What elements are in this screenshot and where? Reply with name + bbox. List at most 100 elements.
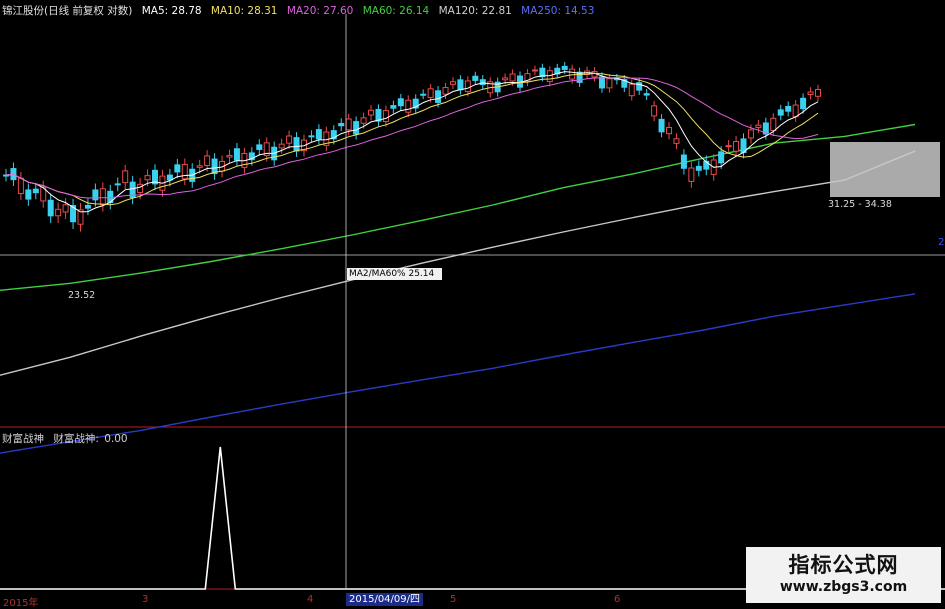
candle-body-28 — [211, 158, 218, 175]
ma120-label: MA120: 22.81 — [438, 5, 512, 17]
candle-body-87 — [651, 105, 658, 117]
candle-body-64 — [479, 79, 486, 86]
indicator-name: 财富战神 — [2, 433, 44, 445]
x-label-1: 3 — [142, 594, 149, 605]
candle-body-12 — [92, 189, 99, 201]
right-marker: 2 — [938, 237, 945, 248]
highlight-box — [830, 142, 940, 197]
candle-body-8 — [62, 204, 69, 213]
short-ma-line-0 — [5, 71, 819, 213]
candle-body-37 — [278, 143, 285, 149]
candle-body-67 — [502, 77, 509, 81]
candle-body-34 — [256, 144, 263, 150]
candle-body-104 — [777, 109, 784, 116]
low-price-label: 23.52 — [68, 290, 96, 301]
candle-body-19 — [144, 175, 151, 181]
candle-body-105 — [785, 105, 792, 112]
stock-title: 锦江股份(日线 前复权 对数) — [2, 5, 133, 17]
candle-body-51 — [382, 110, 389, 122]
candle-body-96 — [718, 151, 725, 164]
x-label-0: 2015年 — [3, 598, 39, 609]
candle-body-75 — [561, 65, 568, 70]
candle-body-91 — [680, 154, 687, 169]
x-label-2: 4 — [307, 594, 314, 605]
candle-body-63 — [472, 75, 479, 81]
candle-body-6 — [47, 199, 54, 217]
candle-body-56 — [420, 93, 427, 96]
candle-body-53 — [397, 98, 404, 107]
candle-body-2 — [17, 177, 24, 195]
candle-body-100 — [747, 129, 754, 139]
indicator-label: 财富战神: — [53, 433, 99, 445]
candle-body-4 — [32, 188, 39, 194]
candle-body-13 — [99, 188, 106, 206]
ma250-label: MA250: 14.53 — [521, 5, 595, 17]
candle-body-46 — [345, 118, 352, 131]
candle-body-62 — [464, 80, 471, 93]
candle-body-30 — [226, 154, 233, 158]
candle-body-7 — [55, 208, 62, 217]
candle-body-81 — [606, 78, 613, 89]
ma20-label: MA20: 27.60 — [286, 5, 354, 17]
indicator-header: 财富战神 财富战神: 0.00 — [2, 431, 134, 446]
candle-body-103 — [770, 117, 777, 131]
candle-body-52 — [390, 105, 397, 109]
candle-body-26 — [196, 165, 203, 168]
candle-body-23 — [174, 164, 181, 173]
candle-body-101 — [755, 124, 762, 128]
stock-chart[interactable] — [0, 0, 945, 609]
candle-body-92 — [688, 167, 695, 182]
cursor-tooltip: MA2/MA60% 25.14 — [347, 268, 442, 280]
candle-body-18 — [137, 183, 144, 194]
moving-average-lines — [0, 123, 916, 454]
x-label-3: 5 — [450, 594, 457, 605]
candle-body-108 — [807, 91, 814, 95]
ma-line-2 — [0, 293, 916, 454]
range-label: 31.25 - 34.38 — [828, 199, 892, 210]
ma5-label: MA5: 28.78 — [141, 5, 202, 17]
candle-body-24 — [181, 163, 188, 180]
candle-body-39 — [293, 137, 300, 152]
candle-body-47 — [353, 121, 360, 135]
watermark-title: 指标公式网 — [788, 553, 899, 577]
candle-body-90 — [673, 138, 680, 144]
candle-body-49 — [368, 109, 375, 116]
candle-body-15 — [114, 183, 121, 186]
candle-body-109 — [815, 88, 821, 97]
candle-body-3 — [25, 189, 32, 200]
short-ma-line-1 — [5, 72, 819, 206]
ma60-label: MA60: 26.14 — [362, 5, 430, 17]
candle-body-57 — [427, 88, 434, 98]
candle-body-42 — [315, 129, 322, 140]
candle-body-88 — [658, 118, 665, 133]
candle-body-61 — [457, 79, 464, 91]
candle-body-93 — [695, 165, 702, 171]
candle-body-71 — [531, 69, 538, 72]
candle-body-60 — [449, 81, 456, 85]
candle-body-58 — [435, 90, 442, 103]
candle-body-11 — [84, 204, 91, 209]
candle-body-80 — [598, 76, 605, 89]
candle-body-16 — [122, 170, 129, 184]
candle-body-73 — [546, 70, 553, 83]
candle-body-38 — [286, 135, 293, 144]
cursor-date: 2015/04/09/四 — [346, 593, 424, 606]
candlesticks — [3, 61, 821, 232]
candle-body-107 — [800, 97, 807, 110]
ma10-label: MA10: 28.31 — [210, 5, 278, 17]
candle-body-106 — [792, 104, 799, 118]
candle-body-97 — [725, 145, 732, 148]
candle-body-84 — [628, 83, 635, 97]
candle-body-98 — [733, 141, 740, 152]
x-label-4: 6 — [614, 594, 621, 605]
watermark-url: www.zbgs3.com — [779, 579, 908, 595]
candle-body-27 — [204, 155, 211, 166]
candle-body-59 — [442, 87, 449, 95]
candle-body-41 — [308, 135, 315, 138]
candle-body-86 — [643, 93, 650, 96]
candle-body-68 — [509, 73, 516, 82]
candle-body-31 — [233, 148, 240, 161]
indicator-value: 0.00 — [104, 433, 128, 445]
candle-body-45 — [338, 123, 345, 127]
ma-line-0 — [0, 123, 916, 291]
